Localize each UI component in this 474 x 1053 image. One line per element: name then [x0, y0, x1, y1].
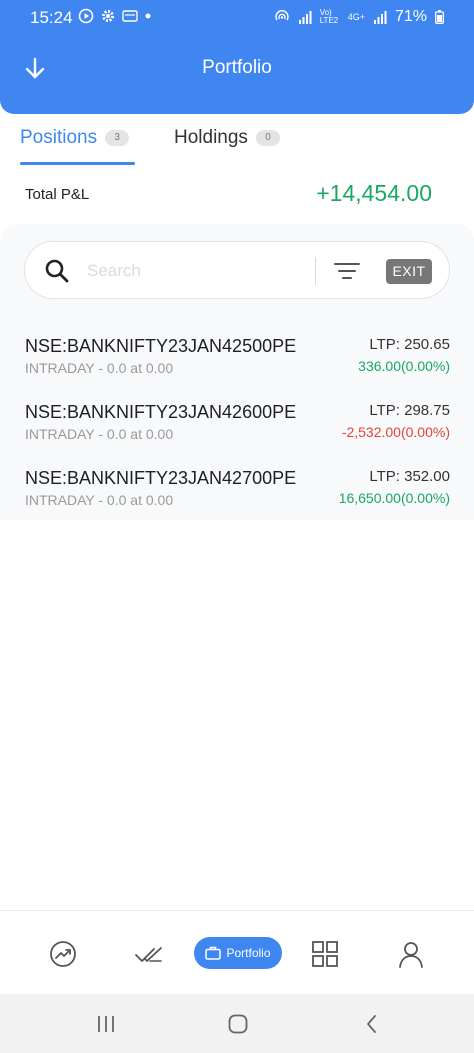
home-icon [228, 1014, 248, 1034]
position-symbol: NSE:BANKNIFTY23JAN42600PE [25, 402, 297, 422]
back-nav-button[interactable] [360, 1012, 384, 1036]
page-title: Portfolio [202, 57, 272, 78]
position-change: 16,650.00(0.00%) [338, 490, 450, 506]
position-row[interactable]: NSE:BANKNIFTY23JAN42700PE INTRADAY - 0.0… [0, 468, 474, 534]
play-circle-icon [78, 8, 94, 24]
notification-icon [122, 10, 138, 22]
nav-orders[interactable] [134, 939, 164, 969]
bottom-navigation: Portfolio [0, 910, 474, 994]
network-type-label: 4G+ [347, 12, 365, 22]
position-symbol: NSE:BANKNIFTY23JAN42700PE [25, 468, 297, 488]
total-pnl-value: +14,454.00 [316, 180, 432, 206]
position-change: -2,532.00(0.00%) [341, 424, 450, 440]
search-bar: EXIT [24, 241, 450, 299]
position-ltp: LTP: 352.00 [369, 468, 450, 485]
user-icon [399, 942, 423, 968]
tab-positions[interactable]: Positions 3 [20, 127, 130, 149]
signal-icon [373, 11, 387, 24]
dot-icon [145, 13, 151, 19]
volte-label: Vo) LTE2 [319, 8, 339, 25]
battery-icon [435, 10, 444, 24]
signal-icon [298, 11, 312, 24]
status-bar: 15:24 Vo) LTE2 4G+ 71% [0, 0, 474, 36]
nav-apps[interactable] [310, 939, 340, 969]
position-ltp: LTP: 250.65 [369, 336, 450, 353]
nav-profile[interactable] [396, 939, 426, 969]
app-header: 15:24 Vo) LTE2 4G+ 71% Portfolio [0, 0, 474, 114]
position-symbol: NSE:BANKNIFTY23JAN42500PE [25, 336, 297, 356]
nav-trending[interactable] [48, 939, 78, 969]
trending-icon [50, 941, 76, 967]
hotspot-icon [275, 10, 289, 21]
status-time: 15:24 [30, 8, 73, 27]
tab-label: Positions [20, 127, 98, 148]
position-details: INTRADAY - 0.0 at 0.00 [25, 492, 174, 508]
search-input[interactable] [87, 259, 307, 283]
position-row[interactable]: NSE:BANKNIFTY23JAN42500PE INTRADAY - 0.0… [0, 336, 474, 402]
home-button[interactable] [226, 1012, 250, 1036]
position-change: 336.00(0.00%) [358, 358, 450, 374]
nav-portfolio-label: Portfolio [226, 946, 271, 960]
recent-apps-icon [98, 1016, 114, 1032]
portfolio-icon [205, 946, 222, 960]
tab-bar: Positions 3 Holdings 0 [0, 114, 474, 166]
filter-icon[interactable] [333, 258, 361, 284]
double-check-icon [135, 947, 162, 962]
search-icon [45, 259, 69, 283]
position-ltp: LTP: 298.75 [369, 402, 450, 419]
tab-label: Holdings [174, 127, 248, 148]
position-details: INTRADAY - 0.0 at 0.00 [25, 426, 174, 442]
exit-button[interactable]: EXIT [386, 259, 432, 284]
search-divider [315, 257, 316, 285]
battery-level: 71% [394, 8, 427, 25]
active-tab-indicator [20, 162, 135, 165]
total-pnl-label: Total P&L [25, 186, 90, 203]
position-row[interactable]: NSE:BANKNIFTY23JAN42600PE INTRADAY - 0.0… [0, 402, 474, 468]
positions-panel: EXIT NSE:BANKNIFTY23JAN42500PE INTRADAY … [0, 224, 474, 520]
tab-count-badge: 0 [255, 130, 280, 146]
grid-icon [312, 941, 338, 967]
chevron-left-icon [367, 1015, 376, 1033]
gear-icon [102, 10, 114, 22]
tab-holdings[interactable]: Holdings 0 [174, 127, 280, 149]
tab-count-badge: 3 [105, 130, 130, 146]
system-navigation-bar [0, 994, 474, 1053]
recent-apps-button[interactable] [94, 1012, 118, 1036]
position-details: INTRADAY - 0.0 at 0.00 [25, 360, 174, 376]
nav-portfolio[interactable]: Portfolio [194, 937, 282, 969]
